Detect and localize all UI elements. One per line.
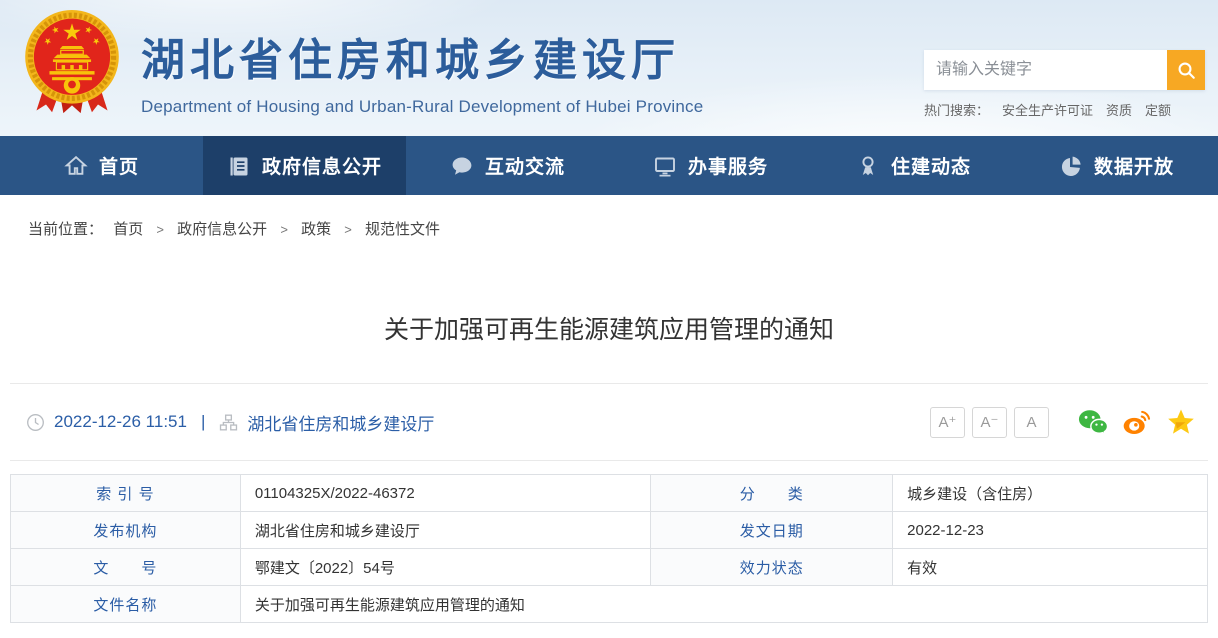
monitor-icon <box>653 154 677 178</box>
category-value: 城乡建设（含住房） <box>893 475 1208 512</box>
chat-icon <box>450 154 474 178</box>
person-badge-icon <box>856 154 880 178</box>
main-content: 当前位置： 首页 > 政府信息公开 > 政策 > 规范性文件 关于加强可再生能源… <box>0 195 1218 623</box>
nav-item-services[interactable]: 办事服务 <box>609 136 812 195</box>
breadcrumb-item-home[interactable]: 首页 <box>113 221 143 238</box>
article-source: 湖北省住房和城乡建设厅 <box>247 410 434 435</box>
nav-item-label: 互动交流 <box>485 152 565 179</box>
nav-item-label: 政府信息公开 <box>262 152 382 179</box>
nav-item-housing-news[interactable]: 住建动态 <box>812 136 1015 195</box>
national-emblem-icon <box>20 7 124 117</box>
search-input[interactable] <box>924 50 1167 90</box>
doc-number-value: 鄂建文〔2022〕54号 <box>240 549 651 586</box>
qzone-share-icon[interactable] <box>1166 408 1196 436</box>
nav-item-label: 数据开放 <box>1094 152 1174 179</box>
table-row: 索 引 号 01104325X/2022-46372 分 类 城乡建设（含住房） <box>11 475 1208 512</box>
table-row: 文件名称 关于加强可再生能源建筑应用管理的通知 <box>11 586 1208 623</box>
breadcrumb-item-policy[interactable]: 政策 <box>301 221 331 238</box>
main-nav: 首页 政府信息公开 互动交流 办事服务 住建动态 <box>0 136 1218 195</box>
breadcrumb: 当前位置： 首页 > 政府信息公开 > 政策 > 规范性文件 <box>0 195 1218 239</box>
weibo-share-icon[interactable] <box>1122 408 1152 436</box>
hot-search-label: 热门搜索： <box>924 100 989 119</box>
nav-item-open-data[interactable]: 数据开放 <box>1015 136 1218 195</box>
breadcrumb-separator: > <box>280 222 288 237</box>
search-area: 热门搜索： 安全生产许可证 资质 定额 <box>924 50 1205 119</box>
site-header: 湖北省住房和城乡建设厅 Department of Housing and Ur… <box>0 0 1218 136</box>
breadcrumb-separator: > <box>156 222 164 237</box>
home-icon <box>64 154 88 178</box>
search-icon <box>1176 60 1197 81</box>
breadcrumb-separator: > <box>344 222 352 237</box>
national-emblem-logo <box>20 7 124 117</box>
font-size-increase-button[interactable]: A⁺ <box>930 407 965 438</box>
site-subtitle: Department of Housing and Urban-Rural De… <box>141 97 703 117</box>
doc-number-label: 文 号 <box>11 549 241 586</box>
divider <box>10 460 1208 461</box>
nav-item-interaction[interactable]: 互动交流 <box>406 136 609 195</box>
hot-search-term[interactable]: 资质 <box>1106 100 1132 119</box>
font-size-reset-button[interactable]: A <box>1014 407 1049 438</box>
clock-icon <box>26 413 45 432</box>
font-size-decrease-button[interactable]: A⁻ <box>972 407 1007 438</box>
hot-search: 热门搜索： 安全生产许可证 资质 定额 <box>924 100 1205 119</box>
doc-name-value: 关于加强可再生能源建筑应用管理的通知 <box>240 586 1207 623</box>
nav-item-gov-info[interactable]: 政府信息公开 <box>203 136 406 195</box>
category-label: 分 类 <box>651 475 893 512</box>
hot-search-term[interactable]: 安全生产许可证 <box>1002 100 1093 119</box>
nav-item-label: 首页 <box>99 152 139 179</box>
table-row: 发布机构 湖北省住房和城乡建设厅 发文日期 2022-12-23 <box>11 512 1208 549</box>
nav-item-label: 住建动态 <box>891 152 971 179</box>
breadcrumb-item-gov-info[interactable]: 政府信息公开 <box>177 221 267 238</box>
site-title: 湖北省住房和城乡建设厅 <box>141 24 703 88</box>
publish-time: 2022-12-26 11:51 <box>54 412 187 432</box>
page: 湖北省住房和城乡建设厅 Department of Housing and Ur… <box>0 0 1218 623</box>
doc-name-label: 文件名称 <box>11 586 241 623</box>
index-number-value: 01104325X/2022-46372 <box>240 475 651 512</box>
hot-search-term[interactable]: 定额 <box>1145 100 1171 119</box>
nav-item-home[interactable]: 首页 <box>0 136 203 195</box>
pie-chart-icon <box>1059 154 1083 178</box>
wechat-share-icon[interactable] <box>1078 408 1108 436</box>
issuing-agency-value: 湖北省住房和城乡建设厅 <box>240 512 651 549</box>
issuing-agency-label: 发布机构 <box>11 512 241 549</box>
search-button[interactable] <box>1167 50 1205 90</box>
nav-item-label: 办事服务 <box>688 152 768 179</box>
site-title-block: 湖北省住房和城乡建设厅 Department of Housing and Ur… <box>141 24 703 117</box>
issue-date-value: 2022-12-23 <box>893 512 1208 549</box>
issue-date-label: 发文日期 <box>651 512 893 549</box>
organization-icon <box>219 413 238 432</box>
index-number-label: 索 引 号 <box>11 475 241 512</box>
breadcrumb-item-normative-docs[interactable]: 规范性文件 <box>365 221 440 238</box>
meta-separator: | <box>201 412 205 432</box>
validity-status-label: 效力状态 <box>651 549 893 586</box>
doc-info-table: 索 引 号 01104325X/2022-46372 分 类 城乡建设（含住房）… <box>10 474 1208 623</box>
table-row: 文 号 鄂建文〔2022〕54号 效力状态 有效 <box>11 549 1208 586</box>
document-icon <box>227 154 251 178</box>
share-icons <box>1078 408 1196 436</box>
page-title: 关于加强可再生能源建筑应用管理的通知 <box>0 310 1218 346</box>
validity-status-value: 有效 <box>893 549 1208 586</box>
article-meta-row: 2022-12-26 11:51 | 湖北省住房和城乡建设厅 A⁺ A⁻ A <box>0 384 1218 460</box>
breadcrumb-label: 当前位置： <box>28 221 103 238</box>
